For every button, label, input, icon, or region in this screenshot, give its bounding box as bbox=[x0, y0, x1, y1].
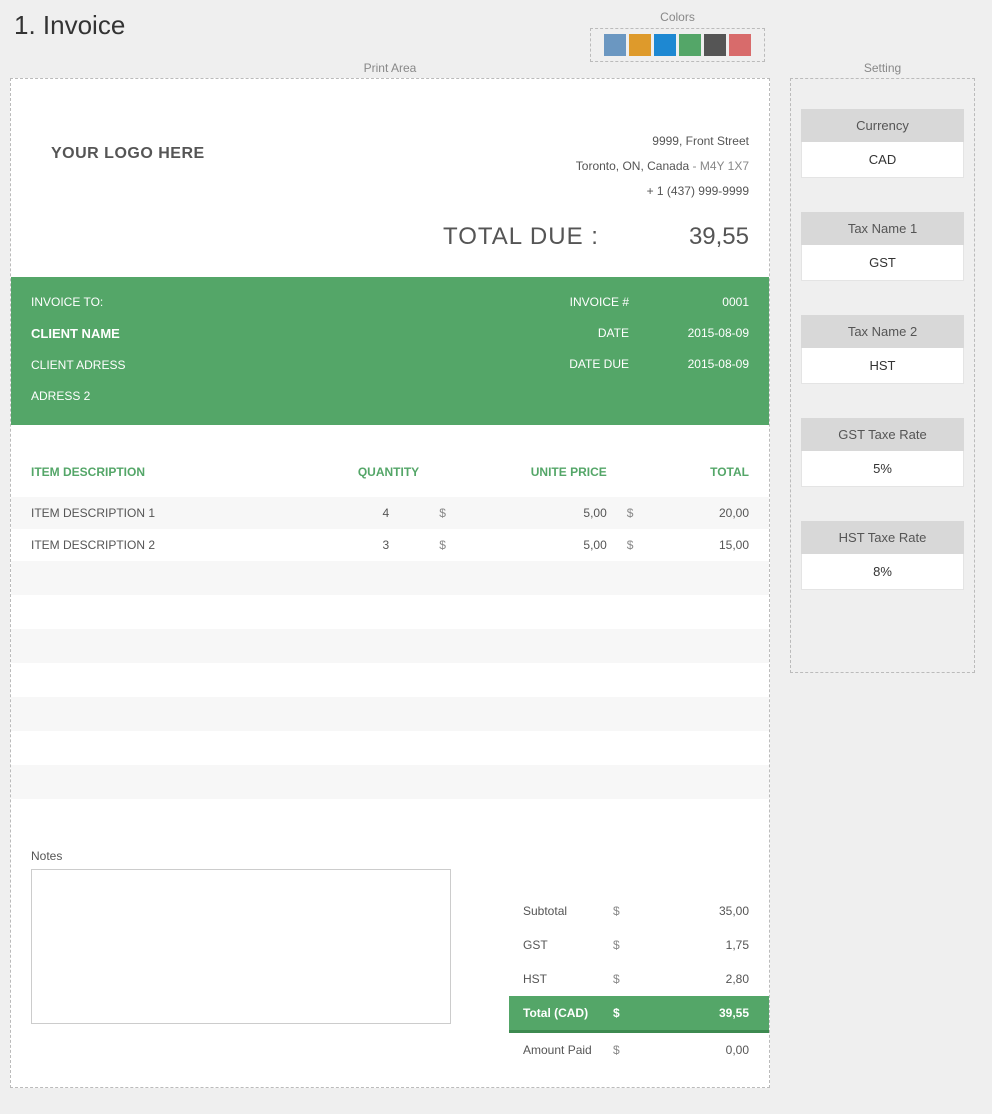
currency-symbol: $ bbox=[613, 938, 633, 952]
amount-paid-row: Amount Paid $ 0,00 bbox=[509, 1033, 769, 1067]
totals-row: Subtotal$35,00 bbox=[509, 894, 769, 928]
grand-total-value: 39,55 bbox=[633, 1006, 749, 1020]
company-address[interactable]: 9999, Front Street Toronto, ON, Canada -… bbox=[576, 129, 749, 205]
client-name[interactable]: CLIENT NAME bbox=[31, 326, 125, 341]
company-postal: - M4Y 1X7 bbox=[689, 159, 749, 173]
colors-label: Colors bbox=[590, 10, 765, 24]
grand-total-row: Total (CAD) $ 39,55 bbox=[509, 996, 769, 1033]
invoice-due[interactable]: 2015-08-09 bbox=[669, 357, 749, 371]
currency-symbol: $ bbox=[613, 1006, 633, 1020]
print-area-label: Print Area bbox=[10, 61, 770, 75]
col-total: TOTAL bbox=[627, 455, 769, 497]
item-row[interactable]: ITEM DESCRIPTION 14$5,00$20,00 bbox=[11, 497, 769, 529]
items-table: ITEM DESCRIPTION QUANTITY UNITE PRICE TO… bbox=[11, 455, 769, 561]
color-swatch-2[interactable] bbox=[654, 34, 676, 56]
col-item-description: ITEM DESCRIPTION bbox=[11, 455, 262, 497]
item-price[interactable]: 5,00 bbox=[459, 497, 627, 529]
currency-symbol: $ bbox=[627, 529, 647, 561]
currency-symbol: $ bbox=[613, 904, 633, 918]
currency-symbol: $ bbox=[439, 497, 459, 529]
notes-label: Notes bbox=[31, 849, 749, 863]
color-swatch-3[interactable] bbox=[679, 34, 701, 56]
color-swatch-5[interactable] bbox=[729, 34, 751, 56]
settings-label: Setting bbox=[790, 61, 975, 75]
currency-symbol: $ bbox=[613, 1043, 633, 1057]
setting-value[interactable]: 5% bbox=[801, 451, 964, 487]
currency-symbol: $ bbox=[613, 972, 633, 986]
totals-row-label: Subtotal bbox=[523, 904, 613, 918]
totals-row-label: GST bbox=[523, 938, 613, 952]
col-unit-price: UNITE PRICE bbox=[439, 455, 627, 497]
totals-row: GST$1,75 bbox=[509, 928, 769, 962]
invoice-date[interactable]: 2015-08-09 bbox=[669, 326, 749, 340]
setting-value[interactable]: HST bbox=[801, 348, 964, 384]
invoice-date-label: DATE bbox=[569, 326, 629, 340]
color-swatch-4[interactable] bbox=[704, 34, 726, 56]
item-qty[interactable]: 4 bbox=[262, 497, 439, 529]
item-total: 20,00 bbox=[647, 497, 769, 529]
company-street: 9999, Front Street bbox=[576, 129, 749, 154]
empty-rows bbox=[11, 561, 769, 833]
totals-row-label: HST bbox=[523, 972, 613, 986]
setting-group: Tax Name 2HST bbox=[801, 315, 964, 384]
setting-value[interactable]: CAD bbox=[801, 142, 964, 178]
setting-head: Tax Name 1 bbox=[801, 212, 964, 245]
currency-symbol: $ bbox=[627, 497, 647, 529]
print-area: YOUR LOGO HERE 9999, Front Street Toront… bbox=[10, 78, 770, 1088]
grand-total-label: Total (CAD) bbox=[523, 1006, 613, 1020]
totals-row: HST$2,80 bbox=[509, 962, 769, 996]
settings-panel: CurrencyCAD Tax Name 1GST Tax Name 2HST GST… bbox=[790, 78, 975, 673]
colors-panel: Colors bbox=[590, 10, 765, 62]
item-desc[interactable]: ITEM DESCRIPTION 1 bbox=[11, 497, 262, 529]
amount-paid-value[interactable]: 0,00 bbox=[633, 1043, 749, 1057]
color-swatch-1[interactable] bbox=[629, 34, 651, 56]
amount-paid-label: Amount Paid bbox=[523, 1043, 613, 1057]
setting-head: Tax Name 2 bbox=[801, 315, 964, 348]
total-due-value: 39,55 bbox=[689, 223, 749, 251]
totals-row-value: 2,80 bbox=[633, 972, 749, 986]
color-swatch-0[interactable] bbox=[604, 34, 626, 56]
totals-row-value: 35,00 bbox=[633, 904, 749, 918]
notes-input[interactable] bbox=[31, 869, 451, 1024]
item-desc[interactable]: ITEM DESCRIPTION 2 bbox=[11, 529, 262, 561]
setting-group: GST Taxe Rate5% bbox=[801, 418, 964, 487]
total-due-label: TOTAL DUE : bbox=[443, 223, 599, 251]
setting-head: Currency bbox=[801, 109, 964, 142]
logo-placeholder[interactable]: YOUR LOGO HERE bbox=[51, 145, 205, 205]
invoice-to-label: INVOICE TO: bbox=[31, 295, 125, 309]
item-price[interactable]: 5,00 bbox=[459, 529, 627, 561]
client-address-1[interactable]: CLIENT ADRESS bbox=[31, 358, 125, 372]
setting-value[interactable]: 8% bbox=[801, 554, 964, 590]
invoice-number-label: INVOICE # bbox=[569, 295, 629, 309]
col-quantity: QUANTITY bbox=[262, 455, 439, 497]
item-row[interactable]: ITEM DESCRIPTION 23$5,00$15,00 bbox=[11, 529, 769, 561]
company-city: Toronto, ON, Canada bbox=[576, 159, 689, 173]
totals-row-value: 1,75 bbox=[633, 938, 749, 952]
setting-group: Tax Name 1GST bbox=[801, 212, 964, 281]
setting-group: HST Taxe Rate8% bbox=[801, 521, 964, 590]
setting-group: CurrencyCAD bbox=[801, 109, 964, 178]
page-title: 1. Invoice bbox=[14, 10, 978, 41]
setting-head: GST Taxe Rate bbox=[801, 418, 964, 451]
client-address-2[interactable]: ADRESS 2 bbox=[31, 389, 125, 403]
item-qty[interactable]: 3 bbox=[262, 529, 439, 561]
item-total: 15,00 bbox=[647, 529, 769, 561]
invoice-number[interactable]: 0001 bbox=[669, 295, 749, 309]
company-phone: + 1 (437) 999-9999 bbox=[576, 179, 749, 204]
setting-value[interactable]: GST bbox=[801, 245, 964, 281]
invoice-due-label: DATE DUE bbox=[569, 357, 629, 371]
currency-symbol: $ bbox=[439, 529, 459, 561]
invoice-info-bar: INVOICE TO: CLIENT NAME CLIENT ADRESS AD… bbox=[11, 277, 769, 425]
totals-block: Subtotal$35,00GST$1,75HST$2,80 Total (CA… bbox=[509, 894, 769, 1067]
setting-head: HST Taxe Rate bbox=[801, 521, 964, 554]
